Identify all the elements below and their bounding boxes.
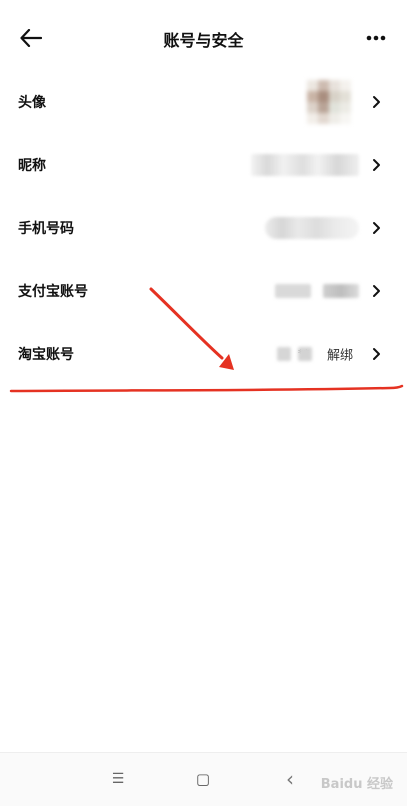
row-label-phone: 手机号码 bbox=[18, 220, 74, 237]
chevron-right-icon bbox=[373, 284, 380, 297]
nav-home-button[interactable]: ▢ bbox=[189, 767, 217, 791]
row-taobao[interactable]: 淘宝账号 ** 解绑 bbox=[0, 322, 407, 385]
page-title: 账号与安全 bbox=[163, 31, 244, 50]
row-avatar[interactable]: 头像 bbox=[0, 70, 407, 133]
unbind-button[interactable]: 解绑 bbox=[327, 344, 353, 363]
row-alipay[interactable]: 支付宝账号 bbox=[0, 259, 407, 322]
chevron-right-icon bbox=[373, 347, 380, 360]
nav-menu-button[interactable]: ☰ bbox=[104, 767, 132, 791]
avatar bbox=[307, 79, 351, 124]
top-bar: 账号与安全 bbox=[0, 0, 407, 76]
more-button[interactable] bbox=[359, 24, 393, 52]
nav-back-button[interactable]: ‹ bbox=[276, 767, 304, 791]
chevron-right-icon bbox=[373, 158, 380, 171]
system-nav-bar: ☰ ▢ ‹ Baidu 经验 bbox=[0, 752, 407, 806]
menu-icon: ☰ bbox=[111, 771, 125, 787]
row-label-alipay: 支付宝账号 bbox=[18, 283, 88, 300]
chevron-right-icon bbox=[373, 95, 380, 108]
phone-value-blurred bbox=[265, 216, 359, 239]
taobao-value-blurred-right bbox=[298, 346, 312, 361]
nickname-value-blurred bbox=[251, 153, 359, 176]
chevron-right-icon bbox=[373, 221, 380, 234]
row-label-nickname: 昵称 bbox=[18, 157, 46, 174]
more-horizontal-icon bbox=[366, 35, 386, 41]
row-nickname[interactable]: 昵称 bbox=[0, 133, 407, 196]
row-phone[interactable]: 手机号码 bbox=[0, 196, 407, 259]
watermark: Baidu 经验 bbox=[320, 777, 393, 792]
back-nav-icon: ‹ bbox=[286, 767, 294, 791]
alipay-value-blurred-left bbox=[275, 283, 311, 298]
home-icon: ▢ bbox=[195, 770, 211, 788]
row-label-avatar: 头像 bbox=[18, 94, 46, 111]
taobao-value-blurred-left bbox=[277, 346, 291, 361]
row-label-taobao: 淘宝账号 bbox=[18, 346, 74, 363]
alipay-value-blurred-right bbox=[323, 283, 359, 298]
annotation-underline bbox=[9, 384, 404, 393]
